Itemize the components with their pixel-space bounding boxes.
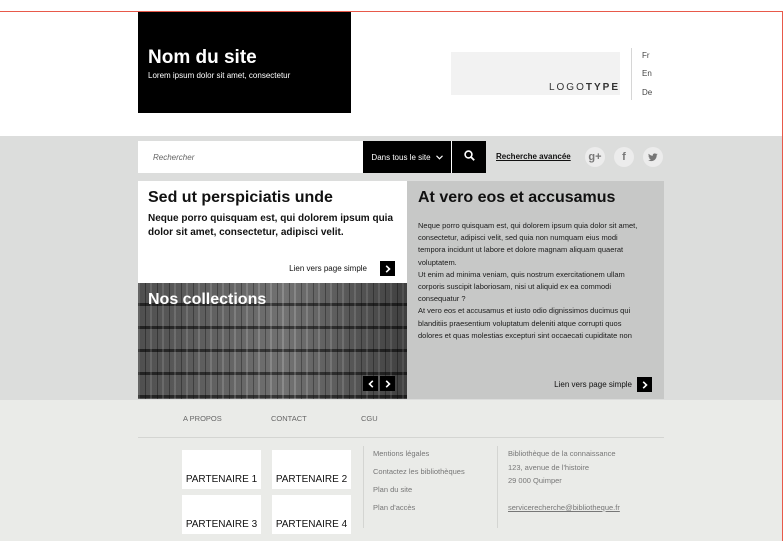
chevron-right-icon [642, 376, 648, 394]
language-fr[interactable]: Fr [642, 51, 650, 60]
article-line: tempora incidunt ut labore et dolore mag… [418, 245, 624, 255]
footer-link-legal[interactable]: Mentions légales [373, 449, 429, 458]
footer-column-divider [363, 446, 364, 528]
article-title: At vero eos et accusamus [418, 189, 616, 206]
footer-link-access-map[interactable]: Plan d'accès [373, 503, 415, 512]
search-bar: Dans tous le site [138, 141, 486, 173]
carousel-prev-button[interactable] [363, 376, 378, 391]
article-arrow-button[interactable] [637, 377, 652, 392]
site-header: Nom du site Lorem ipsum dolor sit amet, … [0, 12, 782, 136]
article-panel: At vero eos et accusamus Neque porro qui… [407, 181, 664, 399]
advanced-search-link[interactable]: Recherche avancée [496, 152, 571, 161]
search-icon [463, 148, 475, 166]
intro-subtitle: Neque porro quisquam est, qui dolorem ip… [148, 213, 394, 238]
article-line: At vero eos et accusamus et iusto odio d… [418, 306, 631, 316]
site-tagline: Lorem ipsum dolor sit amet, consectetur [148, 71, 291, 80]
article-line: Ut enim ad minima veniam, quis nostrum e… [418, 269, 625, 279]
partner-1[interactable]: PARTENAIRE 1 [182, 450, 261, 489]
site-identity-block[interactable]: Nom du site Lorem ipsum dolor sit amet, … [138, 12, 351, 113]
language-de[interactable]: De [642, 88, 652, 97]
footer-column-divider [497, 446, 498, 528]
footer-nav-cgu[interactable]: CGU [361, 414, 378, 423]
intro-page-link[interactable]: Lien vers page simple [289, 264, 367, 273]
collections-title: Nos collections [148, 291, 267, 308]
twitter-icon[interactable] [643, 147, 663, 167]
article-line: dolores et quas molestias excepturi sint… [418, 330, 632, 340]
footer-link-sitemap[interactable]: Plan du site [373, 485, 412, 494]
search-scope-select[interactable]: Dans tous le site [363, 141, 451, 173]
footer-address-street: 123, avenue de l'histoire [508, 463, 590, 472]
article-line: consectetur, adipisci velit, sed quia no… [418, 233, 618, 243]
article-body: Neque porro quisquam est, qui dolorem ip… [418, 220, 658, 342]
logotype-text: LOGOTYPE [549, 82, 620, 93]
article-line: voluptatem. [418, 257, 457, 267]
carousel-next-button[interactable] [380, 376, 395, 391]
footer-link-contact-libraries[interactable]: Contactez les bibliothèques [373, 467, 465, 476]
facebook-icon[interactable]: f [614, 147, 634, 167]
search-button[interactable] [452, 141, 486, 173]
chevron-right-icon [385, 260, 391, 278]
google-plus-label: g+ [588, 151, 602, 163]
search-input[interactable] [138, 141, 363, 173]
partner-2[interactable]: PARTENAIRE 2 [272, 450, 351, 489]
google-plus-icon[interactable]: g+ [585, 147, 605, 167]
footer-email-link[interactable]: servicerecherche@bibliotheque.fr [508, 503, 620, 512]
site-name: Nom du site [148, 47, 257, 68]
collections-carousel[interactable]: Nos collections [138, 283, 407, 399]
chevron-down-icon [435, 153, 443, 162]
article-line: consequatur ? [418, 294, 466, 304]
logotype[interactable]: LOGOTYPE [451, 52, 620, 95]
logotype-light: LOGO [548, 82, 586, 93]
language-en[interactable]: En [642, 69, 652, 78]
intro-arrow-button[interactable] [380, 261, 395, 276]
intro-title: Sed ut perspiciatis unde [148, 189, 333, 206]
facebook-label: f [622, 151, 626, 163]
search-scope-label: Dans tous le site [371, 152, 431, 162]
article-page-link[interactable]: Lien vers page simple [554, 380, 632, 389]
partner-3[interactable]: PARTENAIRE 3 [182, 495, 261, 534]
partner-4[interactable]: PARTENAIRE 4 [272, 495, 351, 534]
logotype-bold: TYPE [585, 82, 620, 93]
footer-address-city: 29 000 Quimper [508, 476, 562, 485]
footer-nav-contact[interactable]: CONTACT [271, 414, 307, 423]
chevron-right-icon [385, 375, 391, 393]
intro-panel: Sed ut perspiciatis unde Neque porro qui… [138, 181, 407, 283]
article-line: Neque porro quisquam est, qui dolorem ip… [418, 221, 638, 230]
chevron-left-icon [367, 375, 374, 393]
article-line: corporis suscipit laboriosam, nisi ut al… [418, 282, 612, 292]
language-divider [631, 48, 632, 100]
footer-nav-about[interactable]: A PROPOS [183, 414, 222, 423]
article-line: blanditiis praesentium voluptatum deleni… [418, 318, 622, 328]
footer-divider [138, 437, 664, 438]
footer-address-name: Bibliothèque de la connaissance [508, 449, 616, 458]
